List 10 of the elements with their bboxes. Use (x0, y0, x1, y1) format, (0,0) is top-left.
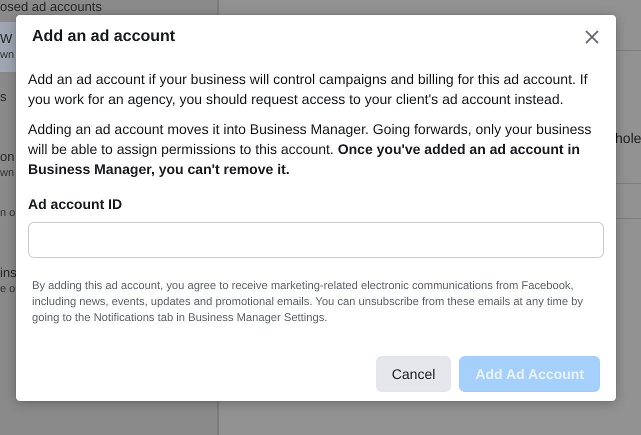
input-field[interactable] (28, 222, 604, 258)
dialog-text: Adding an ad account moves it into Business Manager. Going forwards, only your business will be able to assign permissions to this account. Once you've added an ad account in Business Manager, you can't remove it. (28, 120, 592, 179)
disclaimer-text: By adding this ad account, you agree to receive marketing-related electronic communications from Facebook, including news, events, updates and promotional emails. You can unsubscribe from these emails at any time by going to the Notifications tab in Business Manager Settings. (32, 279, 584, 326)
close-icon[interactable] (585, 30, 599, 44)
dialog-text: Add an ad account if your business will control campaigns and billing for this ad account. If you work for an agency, you should request access to your client's ad account instead. (28, 70, 589, 109)
sidebar-heading: osed ad accounts (0, 0, 102, 14)
dialog-title: Add an ad account (32, 28, 176, 46)
table-text: hole (615, 130, 641, 146)
field-label: Ad account ID (28, 196, 122, 212)
dialog-button[interactable]: Cancel (376, 356, 452, 392)
